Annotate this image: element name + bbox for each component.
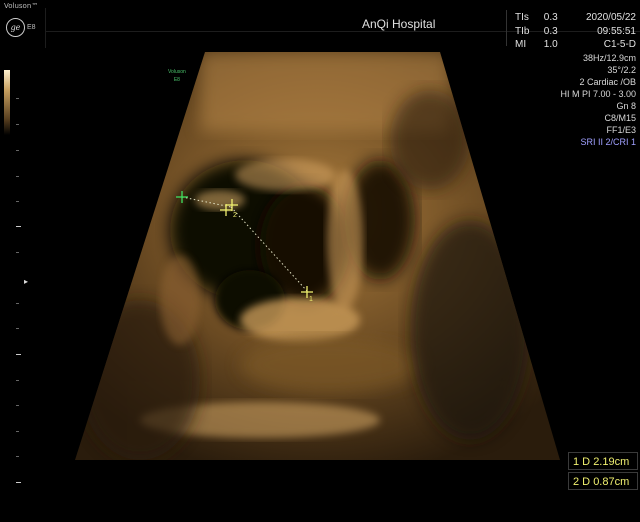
ultrasound-image: 2 1 xyxy=(75,52,560,460)
measurement-2-label: 2 D xyxy=(573,476,591,488)
watermark-model: E8 xyxy=(173,77,180,83)
measurement-2: 2 D 0.87cm xyxy=(568,472,638,490)
image-watermark: Voluson E8 xyxy=(168,68,186,84)
measurement-1: 1 D 2.19cm xyxy=(568,452,638,470)
measurement-2-value: 0.87cm xyxy=(593,476,630,488)
caliper-label-2: 2 xyxy=(233,212,237,219)
measurement-1-label: 1 D xyxy=(573,456,591,468)
measurement-1-value: 2.19cm xyxy=(593,456,630,468)
watermark-brand: Voluson xyxy=(168,69,186,75)
caliper-label-1: 1 xyxy=(309,296,313,303)
